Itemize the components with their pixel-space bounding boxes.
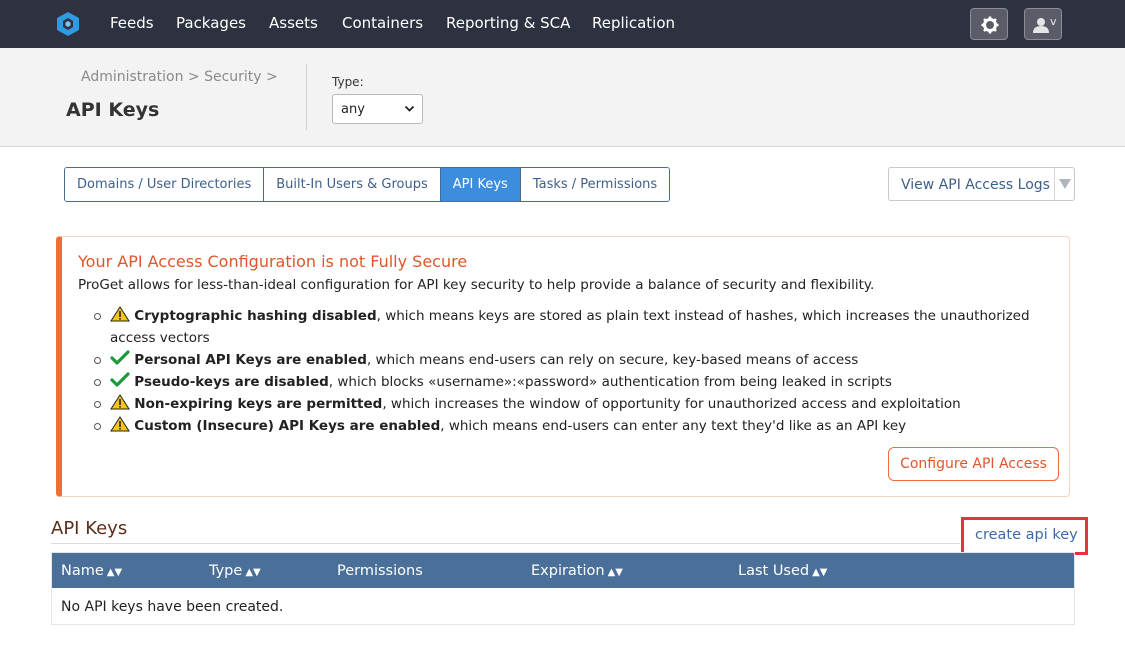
warning-item-heading: Non-expiring keys are permitted <box>134 396 383 412</box>
nav-assets[interactable]: Assets <box>269 14 318 32</box>
column-header-last-used[interactable]: Last Used ▲▼ <box>738 563 828 579</box>
sort-icon: ▲▼ <box>607 567 623 578</box>
settings-button[interactable] <box>970 8 1008 40</box>
tab-api-keys[interactable]: API Keys <box>440 168 521 201</box>
caret-down-icon <box>1059 179 1071 189</box>
sort-icon: ▲▼ <box>106 567 123 578</box>
proget-logo-icon[interactable] <box>56 11 80 37</box>
type-filter-select[interactable]: any <box>332 94 423 124</box>
security-warning-panel: Your API Access Configuration is not Ful… <box>56 236 1070 497</box>
nav-packages[interactable]: Packages <box>176 14 246 32</box>
logs-dropdown-toggle[interactable] <box>1054 168 1074 200</box>
type-filter-label: Type: <box>332 75 364 89</box>
warning-item-text: , which means end-users can enter any te… <box>440 418 907 434</box>
api-keys-section-title: API Keys <box>51 518 128 539</box>
warning-list-item: Cryptographic hashing disabled, which me… <box>92 305 1052 349</box>
create-api-key-link[interactable]: create api key <box>961 517 1088 555</box>
warning-item-heading: Custom (Insecure) API Keys are enabled <box>134 418 441 434</box>
warning-list-item: Custom (Insecure) API Keys are enabled, … <box>92 415 1052 437</box>
warning-item-heading: Cryptographic hashing disabled <box>134 308 377 324</box>
tab-built-in-users-groups[interactable]: Built-In Users & Groups <box>264 168 441 201</box>
tab-tasks-permissions[interactable]: Tasks / Permissions <box>520 168 670 201</box>
nav-replication[interactable]: Replication <box>592 14 675 32</box>
sort-icon: ▲▼ <box>812 567 828 578</box>
top-nav: Feeds Packages Assets Containers Reporti… <box>0 0 1125 48</box>
view-api-access-logs-label: View API Access Logs <box>901 177 1050 193</box>
warning-title: Your API Access Configuration is not Ful… <box>78 252 468 271</box>
checkmark-icon <box>110 350 130 366</box>
page-header: Administration > Security > API Keys Typ… <box>0 48 1125 147</box>
table-header: Name ▲▼ Type ▲▼ Permissions Expiration ▲▼ L… <box>52 553 1074 588</box>
warning-icon <box>110 394 130 410</box>
user-menu-caret: v <box>1050 15 1057 28</box>
section-divider <box>51 543 960 544</box>
column-header-type[interactable]: Type ▲▼ <box>209 563 261 579</box>
chevron-down-icon <box>404 105 415 112</box>
warning-list-item: Non-expiring keys are permitted, which i… <box>92 393 1052 415</box>
warning-list-item: Personal API Keys are enabled, which mea… <box>92 349 1052 371</box>
checkmark-icon <box>110 372 130 388</box>
configure-api-access-button[interactable]: Configure API Access <box>888 447 1059 481</box>
type-filter-value: any <box>341 102 365 117</box>
sort-icon: ▲▼ <box>245 567 261 578</box>
column-header-expiration[interactable]: Expiration ▲▼ <box>531 563 623 579</box>
warning-icon <box>110 306 130 322</box>
warning-icon <box>110 416 130 432</box>
tab-domains-user-directories[interactable]: Domains / User Directories <box>65 168 265 201</box>
warning-list-item: Pseudo-keys are disabled, which blocks «… <box>92 371 1052 393</box>
api-keys-table: Name ▲▼ Type ▲▼ Permissions Expiration ▲▼ L… <box>51 552 1075 625</box>
empty-table-message: No API keys have been created. <box>61 599 284 615</box>
warning-list: Cryptographic hashing disabled , which me… <box>92 305 1052 437</box>
user-icon <box>1033 18 1049 33</box>
page-title: API Keys <box>66 99 160 121</box>
user-menu-button[interactable]: v <box>1024 8 1062 40</box>
warning-item-text: , which means end-users can rely on secu… <box>366 352 859 368</box>
header-divider <box>306 64 307 130</box>
warning-item-text: , which blocks «username»:«password» aut… <box>328 374 892 390</box>
column-header-permissions: Permissions <box>337 563 423 579</box>
nav-reporting-sca[interactable]: Reporting & SCA <box>446 14 570 32</box>
gear-icon <box>981 16 999 34</box>
view-api-access-logs-button[interactable]: View API Access Logs <box>888 167 1075 201</box>
warning-intro: ProGet allows for less-than-ideal config… <box>78 277 875 293</box>
warning-item-heading: Pseudo-keys are disabled <box>134 374 329 390</box>
column-header-name[interactable]: Name ▲▼ <box>61 563 122 579</box>
breadcrumb[interactable]: Administration > Security > <box>81 69 278 85</box>
security-tabs: Domains / User Directories Built-In User… <box>64 167 671 202</box>
warning-item-heading: Personal API Keys are enabled <box>134 352 367 368</box>
nav-feeds[interactable]: Feeds <box>110 14 154 32</box>
warning-item-text: , which increases the window of opportun… <box>382 396 961 412</box>
nav-containers[interactable]: Containers <box>342 14 423 32</box>
